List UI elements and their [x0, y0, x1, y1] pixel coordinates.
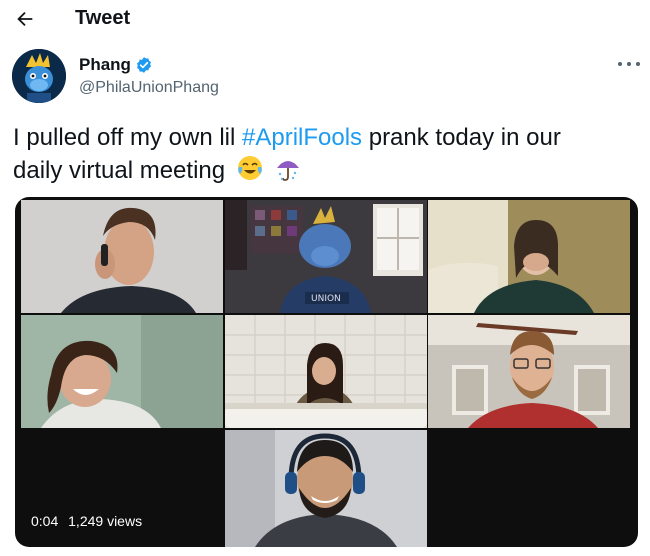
- video-tile-woman-covering-mouth: [428, 200, 630, 313]
- hashtag-link[interactable]: #AprilFools: [242, 124, 362, 151]
- video-views: 1,249 views: [68, 513, 143, 529]
- verified-badge-icon: [136, 57, 151, 73]
- top-bar: Tweet: [0, 0, 650, 38]
- tweet-text: I pulled off my own lil #AprilFools pran…: [13, 124, 561, 184]
- video-tile-woman-laughing: [21, 315, 223, 428]
- tweet-video[interactable]: UNION 0:04 1,249 views: [15, 197, 638, 547]
- more-options-button[interactable]: [618, 57, 640, 71]
- more-dots-icon: [618, 62, 622, 66]
- avatar[interactable]: [12, 49, 66, 103]
- author-display-name[interactable]: Phang: [79, 55, 131, 75]
- svg-text:UNION: UNION: [311, 294, 341, 304]
- face-with-tears-of-joy-icon: [237, 156, 262, 180]
- mascot-avatar-image: [12, 49, 66, 103]
- arrow-left-icon: [17, 11, 33, 27]
- umbrella-with-rain-icon: [277, 161, 300, 181]
- video-tile-woman-in-bathtub: [225, 315, 427, 428]
- video-tile-man-with-headphones: [225, 430, 427, 547]
- author-handle[interactable]: @PhilaUnionPhang: [79, 79, 219, 97]
- video-stats: 0:04 1,249 views: [31, 513, 148, 529]
- video-tile-man-on-phone: [21, 200, 223, 313]
- video-tile-mascot: UNION: [225, 200, 427, 313]
- video-timestamp: 0:04: [31, 513, 59, 529]
- video-tile-man-with-glasses: [428, 315, 630, 428]
- back-button[interactable]: [14, 8, 36, 30]
- page-title: Tweet: [75, 7, 131, 29]
- tweet-author: Phang @PhilaUnionPhang: [12, 49, 642, 105]
